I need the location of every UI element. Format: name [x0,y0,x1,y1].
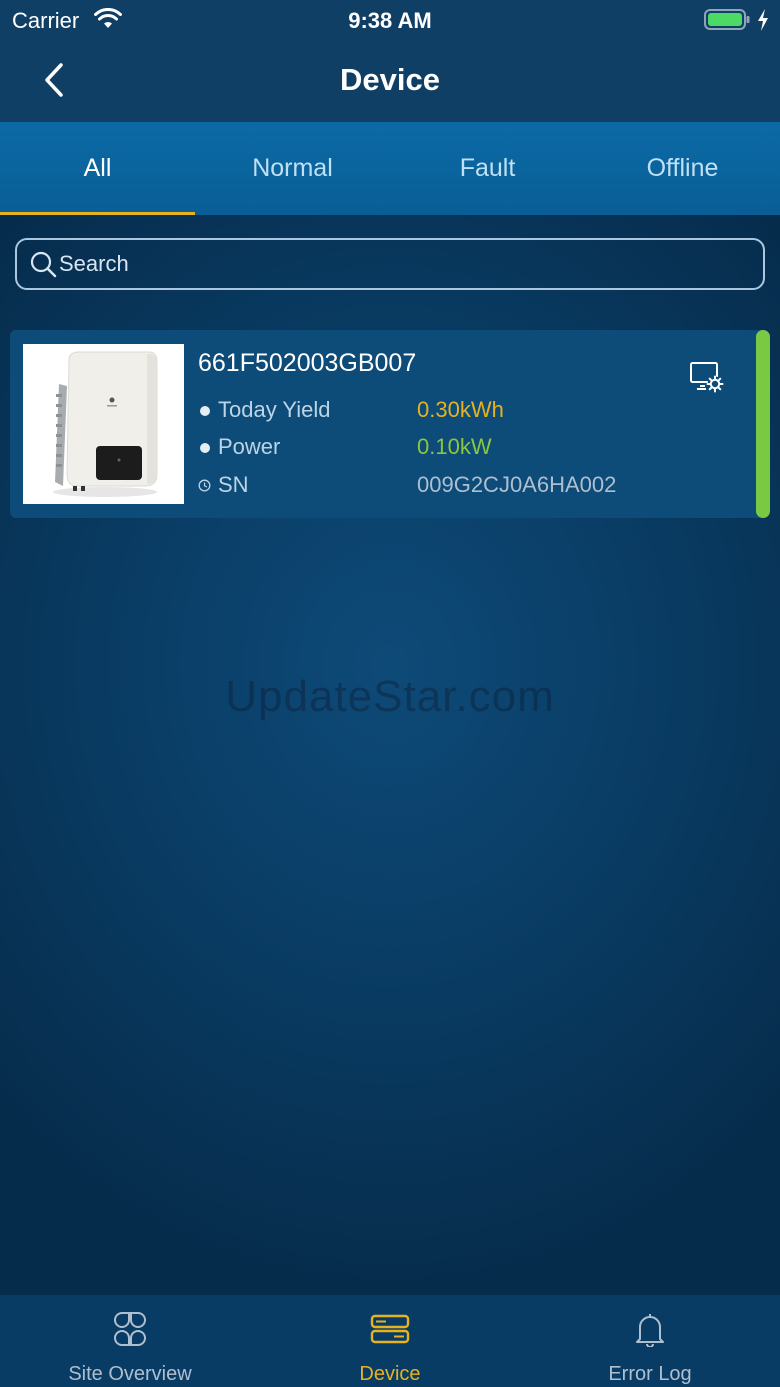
battery-icon [704,9,750,30]
today-yield-row: Today Yield 0.30kWh [198,397,718,427]
top-bar: Carrier 9:38 AM Device [0,0,780,122]
tab-all[interactable]: All [0,122,195,215]
device-card[interactable]: 661F502003GB007 Today Yield 0.30kWh Powe… [10,330,770,518]
today-yield-value: 0.30kWh [417,397,504,422]
bottom-tab-label: Error Log [608,1363,692,1385]
watermark: UpdateStar.com [225,672,555,721]
tab-fault[interactable]: Fault [390,122,585,215]
bullet-icon [200,443,210,453]
status-bar: Carrier 9:38 AM [0,0,780,40]
bottom-tab-error-log[interactable]: Error Log [520,1295,780,1387]
bullet-icon [200,406,210,416]
tab-offline[interactable]: Offline [585,122,780,215]
inverter-image [23,344,184,504]
power-label: Power [218,434,281,459]
back-button[interactable] [34,56,74,104]
search-input[interactable] [57,240,763,288]
bottom-tab-label: Device [359,1363,421,1385]
tab-normal[interactable]: Normal [195,122,390,215]
device-status-indicator [756,330,770,518]
power-value: 0.10kW [417,434,492,459]
bottom-tab-label: Site Overview [68,1363,192,1385]
page-title: Device [340,62,440,97]
today-yield-label: Today Yield [218,397,331,422]
bottom-tab-bar: Site Overview Device Error Log [0,1295,780,1387]
power-row: Power 0.10kW [198,434,718,464]
sn-value: 009G2CJ0A6HA002 [417,472,617,497]
search-box [15,238,765,290]
search-icon [30,251,57,278]
site-overview-icon [114,1312,146,1346]
sn-row: SN 009G2CJ0A6HA002 [198,472,718,502]
clock-icon [198,479,211,492]
charging-bolt-icon [758,9,768,31]
nav-bar: Device [0,40,780,122]
bottom-tab-site-overview[interactable]: Site Overview [0,1295,260,1387]
bottom-tab-device[interactable]: Device [260,1295,520,1387]
bell-icon [636,1314,664,1347]
device-name: 661F502003GB007 [198,349,417,377]
sn-label: SN [218,472,249,497]
device-icon [370,1314,410,1344]
clock-time: 9:38 AM [348,8,432,33]
filter-tabs: All Normal Fault Offline [0,122,780,215]
device-settings-icon[interactable] [688,360,726,396]
